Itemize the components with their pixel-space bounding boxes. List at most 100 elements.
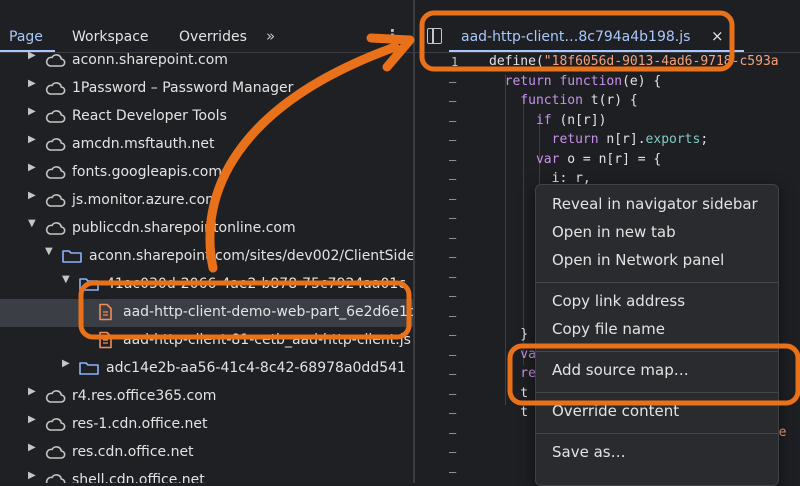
- tree-item[interactable]: ▼ aconn.sharepoint.com/sites/dev002/Clien…: [0, 243, 413, 271]
- code-line: if (n[r]): [489, 113, 606, 133]
- tree-item-label: adc14e2b-aa56-41c4-8c42-68978a0dd541: [106, 360, 406, 376]
- tree-item[interactable]: ▶ res-1.cdn.office.net: [0, 411, 413, 439]
- chevron-right-icon[interactable]: ▶: [28, 50, 36, 61]
- line-marker: –: [449, 464, 457, 479]
- tab-page[interactable]: Page: [9, 29, 43, 45]
- menu-item-open-in-network-panel[interactable]: Open in Network panel: [552, 251, 724, 269]
- folder-icon: [78, 275, 100, 293]
- line-marker: –: [449, 191, 457, 206]
- cloud-icon: [44, 135, 66, 153]
- cloud-icon: [44, 163, 66, 181]
- tree-item[interactable]: aad-http-client-demo-web-part_6e2d6e1b.j…: [0, 299, 413, 327]
- cloud-icon: [44, 191, 66, 209]
- cloud-icon: [44, 219, 66, 237]
- tree-item[interactable]: ▶ r4.res.office365.com: [0, 383, 413, 411]
- code-token: va: [489, 346, 536, 362]
- tree-item-label: publiccdn.sharepointonline.com: [72, 220, 296, 236]
- line-marker: –: [449, 113, 457, 128]
- menu-item-save-as[interactable]: Save as…: [552, 443, 626, 461]
- tree-item-label: 1Password – Password Manager: [72, 80, 294, 96]
- chevron-right-icon[interactable]: ▶: [28, 386, 36, 397]
- tree-item[interactable]: ▶ amcdn.msftauth.net: [0, 131, 413, 159]
- tree-item[interactable]: ▼ publiccdn.sharepointonline.com: [0, 215, 413, 243]
- chevron-right-icon[interactable]: ▶: [62, 358, 70, 369]
- line-marker: –: [449, 133, 457, 147]
- chevron-right-icon[interactable]: ▶: [28, 190, 36, 201]
- line-marker: –: [449, 386, 457, 401]
- menu-separator: [536, 433, 778, 434]
- editor-file-tab[interactable]: aad-http-client…8c794a4b198.js ×: [449, 22, 724, 52]
- code-token: function: [489, 93, 591, 108]
- tree-item[interactable]: ▼ 41ac030d-2066-4ae2-b878-75c7924aa01c: [0, 271, 413, 299]
- line-marker: –: [449, 230, 457, 245]
- tree-item[interactable]: ▶ 1Password – Password Manager: [0, 75, 413, 103]
- menu-item-open-in-new-tab[interactable]: Open in new tab: [552, 223, 676, 241]
- line-marker: –: [449, 172, 457, 186]
- code-token: if: [489, 112, 560, 128]
- code-token: t: [489, 405, 529, 420]
- chevron-right-icon[interactable]: ▶: [28, 78, 36, 89]
- tree-item-label: aconn.sharepoint.com: [72, 52, 228, 68]
- tree-item[interactable]: ▶ fonts.googleapis.com: [0, 159, 413, 187]
- chevron-down-icon[interactable]: ▼: [45, 246, 53, 257]
- kebab-menu-icon[interactable]: ⋮: [385, 26, 400, 44]
- toggle-navigator-icon[interactable]: [427, 28, 442, 44]
- code-line: va: [489, 347, 536, 367]
- chevron-down-icon[interactable]: ▼: [28, 218, 36, 229]
- tab-overrides[interactable]: Overrides: [179, 29, 247, 45]
- line-gutter: 1 – – – – – – – – – – – – – – – – – – – – –: [415, 53, 465, 483]
- chevron-right-icon[interactable]: ▶: [28, 134, 36, 145]
- tree-item[interactable]: ▶ res.cdn.office.net: [0, 439, 413, 467]
- code-token: function: [559, 73, 623, 89]
- line-marker: –: [449, 406, 457, 420]
- tree-item[interactable]: ▶ aconn.sharepoint.com: [0, 47, 413, 75]
- cloud-icon: [44, 443, 66, 461]
- cloud-icon: [44, 471, 66, 483]
- editor-tab-strip: aad-http-client…8c794a4b198.js ×: [415, 22, 800, 53]
- code-token: return: [489, 73, 560, 89]
- close-icon[interactable]: ×: [711, 27, 724, 45]
- file-icon: [95, 331, 117, 349]
- tree-item[interactable]: ▶ js.monitor.azure.com: [0, 187, 413, 215]
- tree-item-label: amcdn.msftauth.net: [72, 136, 215, 152]
- code-token: t: [489, 385, 529, 401]
- cloud-icon: [44, 387, 66, 405]
- file-icon: [95, 303, 117, 321]
- code-line: re: [489, 366, 536, 386]
- menu-item-copy-file-name[interactable]: Copy file name: [552, 320, 665, 338]
- code-token: return: [489, 132, 607, 147]
- tree-item-label: r4.res.office365.com: [72, 388, 217, 404]
- chevron-right-icon[interactable]: ▶: [28, 470, 36, 481]
- more-tabs-icon[interactable]: »: [266, 27, 275, 45]
- chevron-right-icon[interactable]: ▶: [28, 442, 36, 453]
- tree-item-label: aad-http-client-81-cetb_aad-http-client.…: [123, 332, 411, 348]
- tree-item[interactable]: aad-http-client-81-cetb_aad-http-client.…: [0, 327, 413, 355]
- chevron-down-icon[interactable]: ▼: [62, 274, 70, 285]
- line-marker: –: [449, 74, 457, 89]
- menu-item-copy-link-address[interactable]: Copy link address: [552, 292, 685, 310]
- menu-item-reveal-in-navigator-sidebar[interactable]: Reveal in navigator sidebar: [552, 195, 758, 213]
- cloud-icon: [44, 51, 66, 69]
- menu-item-override-content[interactable]: Override content: [552, 402, 679, 420]
- tree-item[interactable]: ▶ React Developer Tools: [0, 103, 413, 131]
- editor-file-tab-label: aad-http-client…8c794a4b198.js: [461, 29, 691, 45]
- menu-separator: [536, 282, 778, 283]
- menu-item-add-source-map[interactable]: Add source map…: [552, 361, 689, 379]
- tree-item[interactable]: ▶ adc14e2b-aa56-41c4-8c42-68978a0dd541: [0, 355, 413, 383]
- menu-separator: [536, 351, 778, 352]
- line-marker: –: [449, 328, 457, 342]
- tree-item[interactable]: ▶ shell.cdn.office.net: [0, 467, 413, 483]
- code-token: exports: [645, 132, 701, 147]
- context-menu: Reveal in navigator sidebar Open in new t…: [535, 184, 779, 486]
- sources-navigator: Page Workspace Overrides » ⋮ ▶ aconn.shar…: [0, 0, 413, 483]
- chevron-right-icon[interactable]: ▶: [28, 414, 36, 425]
- folder-icon: [61, 247, 83, 265]
- chevron-right-icon[interactable]: ▶: [28, 106, 36, 117]
- tab-workspace[interactable]: Workspace: [72, 29, 149, 45]
- cloud-icon: [44, 107, 66, 125]
- tree-item-label: shell.cdn.office.net: [72, 472, 205, 483]
- chevron-right-icon[interactable]: ▶: [28, 162, 36, 173]
- code-line: function t(r) {: [489, 93, 637, 113]
- menu-separator: [536, 392, 778, 393]
- tree-item-label: res-1.cdn.office.net: [72, 416, 208, 432]
